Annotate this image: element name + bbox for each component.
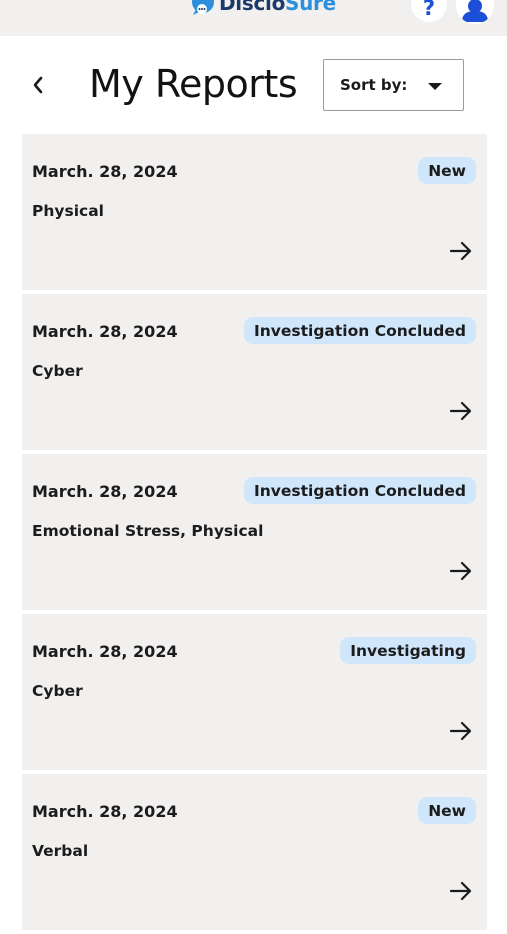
arrow-right-icon	[449, 401, 472, 421]
logo-wordmark-part1: Disclo	[219, 0, 286, 15]
page-title: My Reports	[89, 62, 298, 106]
report-date: March. 28, 2024	[32, 482, 178, 501]
chevron-left-icon	[33, 76, 43, 94]
report-card[interactable]: March. 28, 2024 Physical New	[22, 134, 487, 290]
profile-button[interactable]	[456, 0, 494, 24]
disclosure-logo[interactable]: DiscloSure	[190, 0, 336, 18]
open-report-button[interactable]	[448, 238, 474, 264]
arrow-right-icon	[449, 721, 472, 741]
report-date: March. 28, 2024	[32, 802, 178, 821]
arrow-right-icon	[449, 241, 472, 261]
open-report-button[interactable]	[448, 558, 474, 584]
logo-wordmark: DiscloSure	[219, 0, 336, 15]
report-type: Emotional Stress, Physical	[32, 522, 264, 540]
report-card[interactable]: March. 28, 2024 Cyber Investigating	[22, 614, 487, 770]
open-report-button[interactable]	[448, 718, 474, 744]
report-type: Physical	[32, 202, 104, 220]
open-report-button[interactable]	[448, 878, 474, 904]
report-list: March. 28, 2024 Physical New March. 28, 202…	[22, 134, 487, 934]
report-date: March. 28, 2024	[32, 162, 178, 181]
sort-label: Sort by:	[340, 76, 408, 94]
status-badge: New	[418, 157, 476, 184]
report-type: Cyber	[32, 362, 83, 380]
status-badge: New	[418, 797, 476, 824]
user-icon	[462, 0, 488, 22]
back-button[interactable]	[24, 71, 52, 99]
question-icon: ?	[422, 0, 436, 20]
report-card[interactable]: March. 28, 2024 Emotional Stress, Physica…	[22, 454, 487, 610]
top-bar: DiscloSure ?	[0, 0, 507, 36]
logo-wordmark-part2: Sure	[285, 0, 336, 15]
report-card[interactable]: March. 28, 2024 Cyber Investigation Conclu…	[22, 294, 487, 450]
report-date: March. 28, 2024	[32, 322, 178, 341]
status-badge: Investigating	[340, 637, 476, 664]
open-report-button[interactable]	[448, 398, 474, 424]
help-button[interactable]: ?	[411, 0, 447, 22]
report-date: March. 28, 2024	[32, 642, 178, 661]
report-type: Verbal	[32, 842, 89, 860]
page-header: My Reports Sort by:	[0, 36, 507, 134]
status-badge: Investigation Concluded	[243, 477, 476, 504]
arrow-right-icon	[449, 561, 472, 581]
report-card[interactable]: March. 28, 2024 Verbal New	[22, 774, 487, 930]
logo-chat-icon	[190, 0, 216, 16]
status-badge: Investigation Concluded	[243, 317, 476, 344]
arrow-right-icon	[449, 881, 472, 901]
sort-dropdown[interactable]: Sort by:	[323, 59, 464, 111]
caret-down-icon	[428, 83, 442, 90]
report-type: Cyber	[32, 682, 83, 700]
